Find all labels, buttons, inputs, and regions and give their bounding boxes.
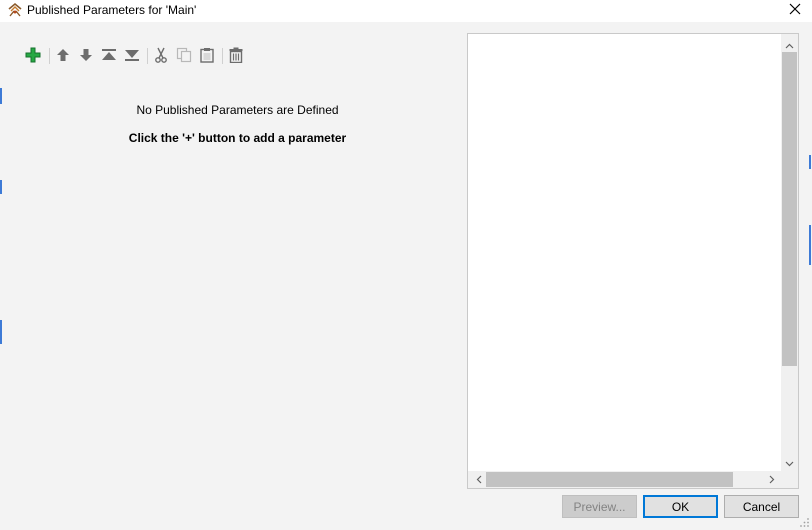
- copy-button[interactable]: [173, 44, 195, 68]
- close-button[interactable]: [782, 0, 808, 20]
- move-to-top-icon: [101, 48, 117, 65]
- trash-icon: [229, 47, 243, 66]
- fme-workbench-icon: [7, 2, 23, 18]
- background-window-edge: [809, 155, 811, 169]
- background-window-edge: [0, 88, 2, 104]
- background-window-edge: [809, 225, 811, 265]
- title-bar: Published Parameters for 'Main': [0, 0, 812, 22]
- move-up-button[interactable]: [52, 44, 74, 68]
- scroll-up-button[interactable]: [781, 36, 798, 53]
- arrow-up-icon: [56, 48, 70, 65]
- vertical-scroll-thumb[interactable]: [782, 52, 797, 366]
- cut-button[interactable]: [150, 44, 172, 68]
- ok-button[interactable]: OK: [643, 495, 718, 518]
- cancel-button[interactable]: Cancel: [724, 495, 799, 518]
- scroll-right-button[interactable]: [763, 471, 780, 488]
- close-icon: [789, 3, 801, 18]
- add-parameter-hint: Click the '+' button to add a parameter: [128, 131, 347, 145]
- toolbar-separator: [49, 48, 50, 64]
- clipboard-icon: [199, 47, 215, 66]
- chevron-left-icon: [476, 473, 482, 487]
- chevron-down-icon: [785, 456, 794, 470]
- vertical-scrollbar[interactable]: [781, 34, 798, 471]
- empty-parameters-message: No Published Parameters are Defined: [136, 103, 339, 117]
- scissors-icon: [153, 47, 169, 66]
- preview-button[interactable]: Preview...: [562, 495, 637, 518]
- scroll-down-button[interactable]: [781, 454, 798, 471]
- horizontal-scrollbar[interactable]: [468, 471, 781, 488]
- add-parameter-button[interactable]: [22, 44, 44, 68]
- scrollbar-corner: [781, 471, 798, 488]
- background-window-edge: [0, 180, 2, 194]
- chevron-up-icon: [785, 38, 794, 52]
- delete-button[interactable]: [225, 44, 247, 68]
- paste-button[interactable]: [196, 44, 218, 68]
- move-to-top-button[interactable]: [98, 44, 120, 68]
- resize-grip-icon[interactable]: [799, 517, 810, 528]
- copy-icon: [176, 47, 192, 66]
- scroll-left-button[interactable]: [470, 471, 487, 488]
- background-window-edge: [0, 320, 2, 344]
- parameter-preview-panel: [467, 33, 799, 489]
- move-down-button[interactable]: [75, 44, 97, 68]
- parameters-toolbar: [22, 44, 252, 68]
- plus-icon: [24, 46, 42, 67]
- toolbar-separator: [222, 48, 223, 64]
- horizontal-scroll-thumb[interactable]: [486, 472, 733, 487]
- toolbar-separator: [147, 48, 148, 64]
- arrow-down-icon: [79, 48, 93, 65]
- move-to-bottom-icon: [124, 48, 140, 65]
- window-title: Published Parameters for 'Main': [27, 3, 197, 17]
- move-to-bottom-button[interactable]: [121, 44, 143, 68]
- chevron-right-icon: [769, 473, 775, 487]
